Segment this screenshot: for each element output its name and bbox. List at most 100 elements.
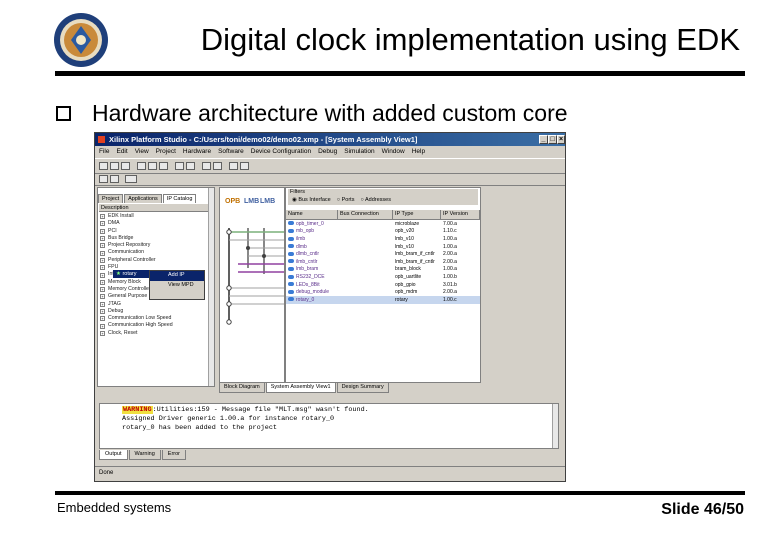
close-icon[interactable]: × [557,135,565,144]
expand-icon[interactable]: + [100,309,105,314]
column-bus-connection[interactable]: Bus Connection [338,210,393,219]
context-view-mpd[interactable]: View MPD [150,281,204,291]
expand-icon[interactable]: + [100,250,105,256]
cell-name: ilmb_cntlr [286,259,338,265]
table-row[interactable]: ilmb lmb_v10 1.00.a [286,235,480,243]
table-row[interactable]: mb_opb opb_v20 1.10.c [286,228,480,236]
expand-icon[interactable]: + [100,214,105,220]
filter-bus-interface[interactable]: ◉ Bus Interface [292,196,331,204]
ip-core-icon [288,251,294,256]
column-name[interactable]: Name [286,210,338,219]
cell-type: opb_uartlite [395,273,422,280]
catalog-item[interactable]: + Communication [100,249,212,256]
cut-icon[interactable] [137,162,146,170]
column-ip-type[interactable]: IP Type [393,210,441,219]
catalog-item[interactable]: + Bus Bridge [100,235,212,242]
catalog-item[interactable]: + Clock, Reset [100,330,212,337]
expand-icon[interactable]: + [100,301,105,307]
expand-icon[interactable]: + [100,265,105,271]
expand-icon[interactable]: + [100,316,105,322]
catalog-item[interactable]: + EDK Install [100,213,212,220]
menu-project[interactable]: Project [156,148,176,155]
tab-applications[interactable]: Applications [124,194,162,203]
table-row[interactable]: rotary_0 rotary 1.00.c [286,295,480,304]
table-row[interactable]: opb_timer_0 microblaze 7.00.a [286,220,480,228]
expand-icon[interactable]: + [100,243,105,249]
tab-block-diagram[interactable]: Block Diagram [219,383,265,393]
catalog-item[interactable]: + Debug [100,308,212,315]
save-icon[interactable] [121,162,130,170]
menu-window[interactable]: Window [382,148,405,155]
tab-design-summary[interactable]: Design Summary [336,383,389,393]
menu-file[interactable]: File [99,148,109,155]
catalog-item-label: PCI [108,227,117,234]
menu-software[interactable]: Software [218,148,244,155]
expand-icon[interactable]: + [100,287,105,293]
catalog-item-label: Communication [108,249,145,256]
help-icon[interactable] [240,162,249,170]
tab-error[interactable]: Error [161,450,187,460]
paste-icon[interactable] [159,162,168,170]
tab-ip-catalog[interactable]: IP Catalog [162,194,197,203]
new-file-icon[interactable] [99,162,108,170]
catalog-item[interactable]: + PCI [100,228,212,235]
filter-ports[interactable]: ○ Ports [337,196,355,204]
menu-hardware[interactable]: Hardware [183,148,211,155]
bus-filter-icon[interactable] [99,175,108,183]
undo-icon[interactable] [175,162,184,170]
menu-debug[interactable]: Debug [318,148,337,155]
selected-item-label: rotary [122,271,137,277]
catalog-item[interactable]: + Communication Low Speed [100,315,212,322]
cell-name: opb_timer_0 [286,221,338,227]
catalog-item[interactable]: + Peripheral Controller [100,257,212,264]
menu-help[interactable]: Help [412,148,425,155]
table-row[interactable]: dlmb_cntlr lmb_bram_if_cntlr 2.00.a [286,250,480,258]
catalog-item[interactable]: + Communication High Speed [100,322,212,329]
download-icon[interactable] [213,162,222,170]
minimize-icon[interactable]: _ [539,135,548,144]
build-icon[interactable] [202,162,211,170]
catalog-scrollbar[interactable] [208,188,214,386]
expand-icon[interactable]: + [100,323,105,329]
expand-icon[interactable]: + [100,221,105,227]
table-row[interactable]: lmb_bram bram_block 1.00.a [286,266,480,274]
catalog-item[interactable]: + Project Repository [100,242,212,249]
ip-core-icon [288,244,294,249]
menu-edit[interactable]: Edit [116,148,127,155]
catalog-item[interactable]: + JTAG [100,301,212,308]
addresses-filter-icon[interactable] [125,175,137,183]
menu-device-configuration[interactable]: Device Configuration [251,148,311,155]
catalog-item-label: Memory Block [108,278,141,285]
zoom-icon[interactable] [229,162,238,170]
redo-icon[interactable] [186,162,195,170]
table-row[interactable]: ilmb_cntlr lmb_bram_if_cntlr 2.00.a [286,258,480,266]
tab-system-assembly-view[interactable]: System Assembly View1 [265,383,336,393]
tab-output[interactable]: Output [99,450,128,460]
table-row[interactable]: LEDs_8Bit opb_gpio 3.01.b [286,281,480,289]
console-scrollbar[interactable] [552,404,558,448]
filter-addresses[interactable]: ○ Addresses [360,196,391,204]
open-folder-icon[interactable] [110,162,119,170]
table-row[interactable]: RS232_DCE opb_uartlite 1.00.b [286,273,480,281]
ports-filter-icon[interactable] [110,175,119,183]
column-ip-version[interactable]: IP Version [441,210,480,219]
table-row[interactable]: dlmb lmb_v10 1.00.a [286,243,480,251]
view-tabs: Block Diagram System Assembly View1 Desi… [219,383,481,393]
copy-icon[interactable] [148,162,157,170]
expand-icon[interactable]: + [100,279,105,285]
expand-icon[interactable]: + [100,272,105,278]
context-add-ip[interactable]: Add IP [150,271,204,281]
tab-warning[interactable]: Warning [128,450,161,460]
catalog-item[interactable]: + DMA [100,220,212,227]
selected-catalog-item[interactable]: ★ rotary [113,270,153,278]
expand-icon[interactable]: + [100,294,105,300]
expand-icon[interactable]: + [100,228,105,234]
expand-icon[interactable]: + [100,330,105,336]
tab-project[interactable]: Project [98,194,124,203]
menu-simulation[interactable]: Simulation [344,148,374,155]
expand-icon[interactable]: + [100,257,105,263]
maximize-icon[interactable]: □ [548,135,557,144]
table-row[interactable]: debug_module opb_mdm 2.00.a [286,288,480,296]
expand-icon[interactable]: + [100,236,105,242]
menu-view[interactable]: View [135,148,149,155]
